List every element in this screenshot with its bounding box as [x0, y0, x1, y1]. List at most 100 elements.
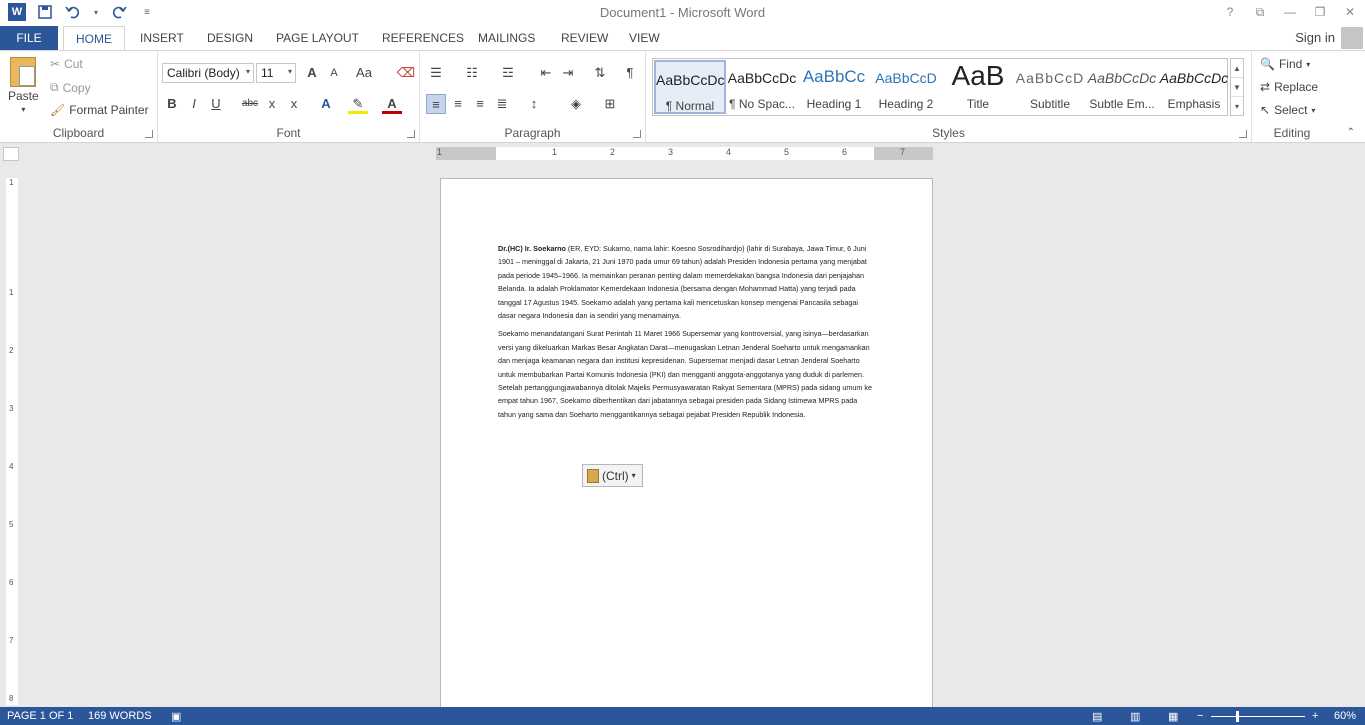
- tab-mailings[interactable]: MAILINGS: [466, 26, 547, 50]
- font-launcher-icon[interactable]: [407, 130, 415, 138]
- paragraph[interactable]: Soekarno menandatangani Surat Perintah 1…: [498, 327, 876, 421]
- copy-button[interactable]: ⧉ Copy: [50, 80, 91, 95]
- subscript-icon[interactable]: x: [262, 94, 282, 114]
- change-case-icon[interactable]: Aa: [354, 63, 374, 83]
- borders-icon[interactable]: ⊞: [600, 94, 620, 114]
- sign-in-link[interactable]: Sign in: [1295, 30, 1335, 45]
- style-name: Heading 2: [878, 97, 934, 111]
- style-normal[interactable]: AaBbCcDc ¶ Normal: [654, 60, 726, 114]
- chevron-down-icon[interactable]: ▼: [1231, 78, 1243, 97]
- decrease-indent-icon[interactable]: ⇤: [536, 63, 556, 83]
- paragraph-launcher-icon[interactable]: [633, 130, 641, 138]
- clear-formatting-icon[interactable]: ⌫: [396, 63, 416, 83]
- chevron-down-icon: ▾: [631, 471, 636, 480]
- style-subtle-emphasis[interactable]: AaBbCcDc Subtle Em...: [1086, 60, 1158, 114]
- sort-icon[interactable]: ⇅: [590, 63, 610, 83]
- read-mode-icon[interactable]: ▤: [1092, 710, 1102, 723]
- style-no-spacing[interactable]: AaBbCcDc ¶ No Spac...: [726, 60, 798, 114]
- document-body[interactable]: Dr.(HC) Ir. Soekarno (ER, EYD: Sukarno, …: [498, 242, 876, 426]
- justify-icon[interactable]: ≣: [492, 94, 512, 114]
- shading-icon[interactable]: ◈: [566, 94, 586, 114]
- font-size-select[interactable]: 11 ▾: [256, 63, 296, 83]
- font-name-select[interactable]: Calibri (Body) ▾: [162, 63, 254, 83]
- title-bar: W ▾ ≡ Document1 - Microsoft Word ? ⧉ — ❐…: [0, 0, 1365, 26]
- style-heading-2[interactable]: AaBbCcD Heading 2: [870, 60, 942, 114]
- zoom-level[interactable]: 60%: [1334, 710, 1356, 722]
- more-styles-icon[interactable]: ▾: [1231, 97, 1243, 116]
- ruler-number: 1: [552, 147, 558, 157]
- print-layout-icon[interactable]: ▥: [1130, 710, 1140, 723]
- proofing-icon[interactable]: ▣: [171, 710, 181, 723]
- paste-options-button[interactable]: (Ctrl) ▾: [582, 464, 643, 487]
- help-icon[interactable]: ?: [1219, 2, 1241, 22]
- zoom-slider-thumb[interactable]: [1236, 711, 1239, 722]
- show-formatting-icon[interactable]: ¶: [620, 63, 640, 83]
- vertical-ruler[interactable]: 1 1 2 3 4 5 6 7 8: [6, 178, 18, 705]
- zoom-out-icon[interactable]: −: [1197, 710, 1203, 722]
- style-name: Subtle Em...: [1089, 97, 1155, 111]
- multilevel-list-icon[interactable]: ☲: [498, 63, 518, 83]
- align-right-icon[interactable]: ≡: [470, 94, 490, 114]
- grow-font-icon[interactable]: A: [302, 63, 322, 83]
- select-button[interactable]: ↖ Select ▾: [1260, 103, 1315, 117]
- cut-button[interactable]: ✂ Cut: [50, 57, 83, 71]
- paragraph[interactable]: Dr.(HC) Ir. Soekarno (ER, EYD: Sukarno, …: [498, 242, 876, 322]
- tab-file[interactable]: FILE: [0, 26, 58, 50]
- italic-icon[interactable]: I: [184, 94, 204, 114]
- strikethrough-icon[interactable]: abc: [240, 94, 260, 114]
- avatar[interactable]: [1341, 27, 1363, 49]
- superscript-icon[interactable]: x: [284, 94, 304, 114]
- clipboard-launcher-icon[interactable]: [145, 130, 153, 138]
- horizontal-ruler[interactable]: 1 1 2 3 4 5 6 7: [436, 147, 933, 160]
- page-count[interactable]: PAGE 1 OF 1: [7, 710, 73, 722]
- find-label: Find: [1278, 57, 1303, 71]
- text-effects-icon[interactable]: A: [316, 94, 336, 114]
- format-painter-button[interactable]: 🖌 Format Painter: [50, 103, 149, 117]
- close-icon[interactable]: ✕: [1339, 2, 1361, 22]
- style-heading-1[interactable]: AaBbCc Heading 1: [798, 60, 870, 114]
- cursor-icon: ↖: [1260, 103, 1271, 117]
- align-center-icon[interactable]: ≡: [448, 94, 468, 114]
- minimize-icon[interactable]: —: [1279, 2, 1301, 22]
- tab-insert[interactable]: INSERT: [128, 26, 196, 50]
- word-count[interactable]: 169 WORDS: [88, 710, 152, 722]
- style-emphasis[interactable]: AaBbCcDc Emphasis: [1158, 60, 1230, 114]
- tab-selector[interactable]: [3, 147, 19, 161]
- tab-review[interactable]: REVIEW: [549, 26, 620, 50]
- underline-icon[interactable]: U: [206, 94, 226, 114]
- tab-view[interactable]: VIEW: [617, 26, 672, 50]
- restore-icon[interactable]: ❐: [1309, 2, 1331, 22]
- collapse-ribbon-icon[interactable]: ⌃: [1347, 127, 1355, 138]
- style-name: ¶ Normal: [665, 99, 715, 113]
- numbering-icon[interactable]: ☷: [462, 63, 482, 83]
- align-left-icon[interactable]: ≡: [426, 94, 446, 114]
- web-layout-icon[interactable]: ▦: [1168, 710, 1178, 723]
- tab-page-layout[interactable]: PAGE LAYOUT: [264, 26, 371, 50]
- tab-references[interactable]: REFERENCES: [370, 26, 476, 50]
- line-spacing-icon[interactable]: ↕: [524, 94, 544, 114]
- ruler-number: 1: [9, 178, 14, 187]
- zoom-slider[interactable]: [1211, 716, 1305, 717]
- style-subtitle[interactable]: AaBbCcD Subtitle: [1014, 60, 1086, 114]
- ribbon-display-icon[interactable]: ⧉: [1249, 2, 1271, 22]
- paste-button[interactable]: Paste ▾: [8, 57, 39, 114]
- bullets-icon[interactable]: ☰: [426, 63, 446, 83]
- chevron-up-icon[interactable]: ▲: [1231, 59, 1243, 78]
- font-color-icon[interactable]: A: [382, 94, 402, 114]
- bold-icon[interactable]: B: [162, 94, 182, 114]
- tab-home[interactable]: HOME: [63, 26, 125, 51]
- replace-button[interactable]: ⇄ Replace: [1260, 80, 1318, 94]
- style-sample: AaBbCcDc: [727, 70, 797, 86]
- tab-design[interactable]: DESIGN: [195, 26, 265, 50]
- ruler-number: 6: [842, 147, 848, 157]
- styles-launcher-icon[interactable]: [1239, 130, 1247, 138]
- find-button[interactable]: 🔍 Find ▾: [1260, 57, 1310, 71]
- document-page[interactable]: Dr.(HC) Ir. Soekarno (ER, EYD: Sukarno, …: [440, 178, 933, 708]
- highlight-icon[interactable]: ✎: [348, 94, 368, 114]
- shrink-font-icon[interactable]: A: [324, 63, 344, 83]
- increase-indent-icon[interactable]: ⇥: [558, 63, 578, 83]
- paragraph-group: ☰ ☷ ☲ ⇤ ⇥ ⇅ ¶ ≡ ≡ ≡ ≣ ↕ ◈ ⊞ Paragraph: [420, 51, 646, 143]
- style-title[interactable]: AaB Title: [942, 60, 1014, 114]
- zoom-in-icon[interactable]: +: [1312, 710, 1318, 722]
- paste-options-label: (Ctrl): [602, 468, 629, 483]
